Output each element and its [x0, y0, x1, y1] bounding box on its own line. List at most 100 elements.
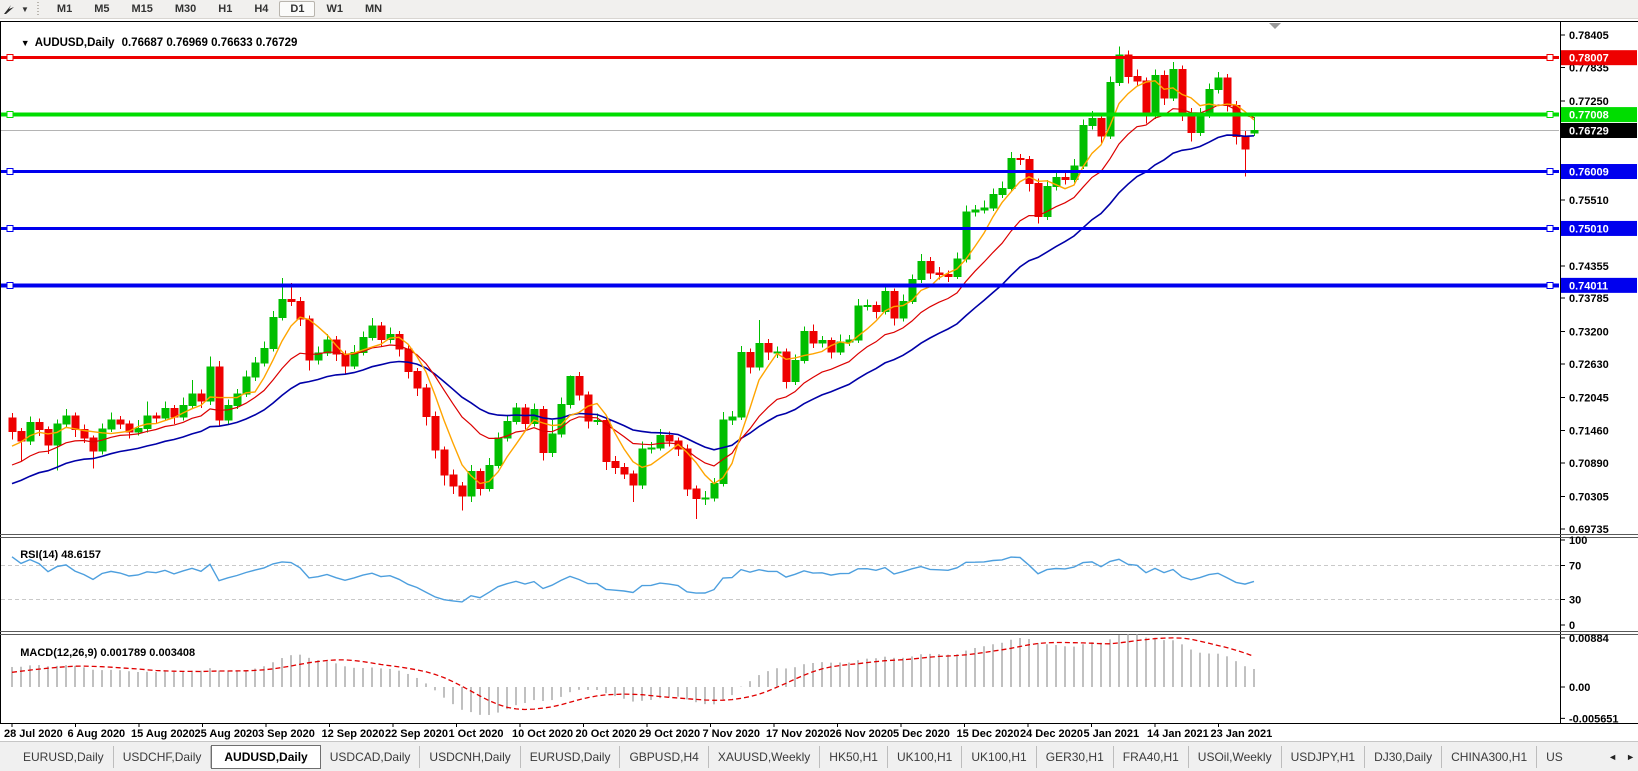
- tab-scroll-right-icon[interactable]: ►: [1626, 752, 1635, 762]
- symbol-tab-usdcnh-daily[interactable]: USDCNH,Daily: [420, 746, 520, 768]
- svg-text:10 Oct 2020: 10 Oct 2020: [512, 728, 573, 740]
- hline-handle: [1547, 169, 1553, 175]
- svg-text:0.74011: 0.74011: [1569, 280, 1608, 292]
- symbol-tab-eurusd-daily[interactable]: EURUSD,Daily: [521, 746, 621, 768]
- svg-text:22 Sep 2020: 22 Sep 2020: [385, 728, 448, 740]
- symbol-tab-usdjpy-h1[interactable]: USDJPY,H1: [1282, 746, 1365, 768]
- macd-main-value: 0.001789: [100, 647, 146, 659]
- symbol-tab-usdcad-daily[interactable]: USDCAD,Daily: [321, 746, 421, 768]
- svg-text:0.74355: 0.74355: [1569, 261, 1609, 273]
- symbol-tab-uk100-h1[interactable]: UK100,H1: [962, 746, 1036, 768]
- svg-text:5 Dec 2020: 5 Dec 2020: [893, 728, 950, 740]
- chart-ohlc-values: 0.76687 0.76969 0.76633 0.76729: [122, 37, 298, 49]
- symbol-tab-us[interactable]: US: [1537, 746, 1572, 768]
- ma-fast-line: [12, 81, 1254, 484]
- svg-text:25 Aug 2020: 25 Aug 2020: [195, 728, 259, 740]
- hline-handle: [7, 169, 13, 175]
- hline-handle: [7, 112, 13, 118]
- chart-frame: [0, 21, 1638, 724]
- svg-text:20 Oct 2020: 20 Oct 2020: [576, 728, 637, 740]
- hline-handle: [7, 225, 13, 231]
- svg-text:0.76009: 0.76009: [1569, 167, 1609, 179]
- svg-text:0.00: 0.00: [1569, 682, 1590, 694]
- svg-text:0: 0: [1569, 620, 1575, 632]
- macd-label: MACD(12,26,9) 0.001789 0.003408: [8, 635, 195, 671]
- svg-text:15 Dec 2020: 15 Dec 2020: [957, 728, 1020, 740]
- chart-shift-marker-icon[interactable]: [1269, 23, 1281, 29]
- svg-text:15 Aug 2020: 15 Aug 2020: [131, 728, 195, 740]
- macd-name: MACD(12,26,9): [20, 647, 97, 659]
- svg-text:0.72045: 0.72045: [1569, 392, 1609, 404]
- svg-text:0.77008: 0.77008: [1569, 110, 1609, 122]
- svg-text:5 Jan 2021: 5 Jan 2021: [1084, 728, 1140, 740]
- svg-text:12 Sep 2020: 12 Sep 2020: [322, 728, 385, 740]
- horizontal-level-lines: [1, 55, 1559, 289]
- svg-text:17 Nov 2020: 17 Nov 2020: [766, 728, 830, 740]
- symbol-tab-fra40-h1[interactable]: FRA40,H1: [1114, 746, 1189, 768]
- chart-title: ▼ AUDUSD,Daily 0.76687 0.76969 0.76633 0.7…: [8, 25, 297, 61]
- svg-text:0.77250: 0.77250: [1569, 96, 1609, 108]
- svg-text:0.00884: 0.00884: [1569, 633, 1610, 645]
- svg-text:3 Sep 2020: 3 Sep 2020: [258, 728, 315, 740]
- symbol-tab-eurusd-daily[interactable]: EURUSD,Daily: [14, 746, 114, 768]
- symbol-tab-hk50-h1[interactable]: HK50,H1: [820, 746, 888, 768]
- symbol-tab-uk100-h1[interactable]: UK100,H1: [888, 746, 962, 768]
- svg-text:28 Jul 2020: 28 Jul 2020: [4, 728, 63, 740]
- svg-text:26 Nov 2020: 26 Nov 2020: [830, 728, 894, 740]
- trading-platform-window: ▼ M1M5M15M30H1H4D1W1MN 0.784050.778350.7…: [0, 0, 1638, 771]
- symbol-tab-usoil-weekly[interactable]: USOil,Weekly: [1189, 746, 1282, 768]
- svg-text:14 Jan 2021: 14 Jan 2021: [1147, 728, 1209, 740]
- symbol-tab-china300-h1[interactable]: CHINA300,H1: [1442, 746, 1537, 768]
- svg-text:0.70305: 0.70305: [1569, 492, 1609, 504]
- moving-averages: [12, 81, 1254, 484]
- symbol-tab-gbpusd-h4[interactable]: GBPUSD,H4: [620, 746, 708, 768]
- hline-handle: [1547, 112, 1553, 118]
- svg-text:0.78007: 0.78007: [1569, 53, 1609, 65]
- chart-canvas[interactable]: 0.784050.778350.772500.755100.743550.737…: [0, 0, 1638, 771]
- svg-text:29 Oct 2020: 29 Oct 2020: [639, 728, 700, 740]
- svg-text:30: 30: [1569, 595, 1581, 607]
- chart-symbol-period: AUDUSD,Daily: [35, 37, 115, 49]
- svg-text:24 Dec 2020: 24 Dec 2020: [1020, 728, 1083, 740]
- svg-text:0.78405: 0.78405: [1569, 30, 1609, 42]
- svg-text:0.76729: 0.76729: [1569, 125, 1609, 137]
- symbol-tab-ger30-h1[interactable]: GER30,H1: [1037, 746, 1114, 768]
- rsi-line: [12, 557, 1254, 602]
- hline-handle: [7, 282, 13, 288]
- svg-text:1 Oct 2020: 1 Oct 2020: [449, 728, 504, 740]
- svg-text:6 Aug 2020: 6 Aug 2020: [68, 728, 126, 740]
- price-axis: 0.784050.778350.772500.755100.743550.737…: [1560, 30, 1637, 725]
- svg-text:0.71460: 0.71460: [1569, 426, 1609, 438]
- svg-text:0.73785: 0.73785: [1569, 293, 1609, 305]
- macd-panel: [12, 634, 1254, 715]
- hline-handle: [1547, 55, 1553, 61]
- tab-scroll-arrows: ◄ ►: [1602, 742, 1635, 771]
- symbol-tabs: EURUSD,DailyUSDCHF,DailyAUDUSD,DailyUSDC…: [0, 745, 1572, 769]
- svg-text:7 Nov 2020: 7 Nov 2020: [703, 728, 760, 740]
- symbol-tab-usdchf-daily[interactable]: USDCHF,Daily: [114, 746, 212, 768]
- rsi-label: RSI(14) 48.6157: [8, 537, 101, 573]
- hline-handle: [1547, 225, 1553, 231]
- svg-text:0.75510: 0.75510: [1569, 195, 1609, 207]
- symbol-tab-xauusd-weekly[interactable]: XAUUSD,Weekly: [709, 746, 820, 768]
- svg-text:-0.005651: -0.005651: [1569, 713, 1619, 725]
- svg-text:0.75010: 0.75010: [1569, 223, 1609, 235]
- svg-text:100: 100: [1569, 535, 1587, 547]
- hline-handle: [1547, 282, 1553, 288]
- macd-signal-value: 0.003408: [149, 647, 195, 659]
- rsi-value: 48.6157: [61, 549, 101, 561]
- symbol-tab-audusd-daily[interactable]: AUDUSD,Daily: [211, 745, 320, 769]
- svg-text:23 Jan 2021: 23 Jan 2021: [1211, 728, 1273, 740]
- svg-text:0.70890: 0.70890: [1569, 458, 1609, 470]
- symbol-tab-dj30-daily[interactable]: DJ30,Daily: [1365, 746, 1442, 768]
- chart-title-caret-icon: ▼: [21, 38, 30, 48]
- symbol-tab-bar: EURUSD,DailyUSDCHF,DailyAUDUSD,DailyUSDC…: [0, 741, 1638, 771]
- svg-text:70: 70: [1569, 561, 1581, 573]
- candlesticks[interactable]: [9, 47, 1258, 519]
- rsi-panel: [1, 557, 1559, 602]
- date-axis: 28 Jul 2020 6 Aug 2020 15 Aug 202025 Aug 2…: [4, 723, 1272, 740]
- tab-scroll-left-icon[interactable]: ◄: [1608, 752, 1617, 762]
- svg-text:0.72630: 0.72630: [1569, 359, 1609, 371]
- rsi-name: RSI(14): [20, 549, 58, 561]
- svg-text:0.73200: 0.73200: [1569, 327, 1609, 339]
